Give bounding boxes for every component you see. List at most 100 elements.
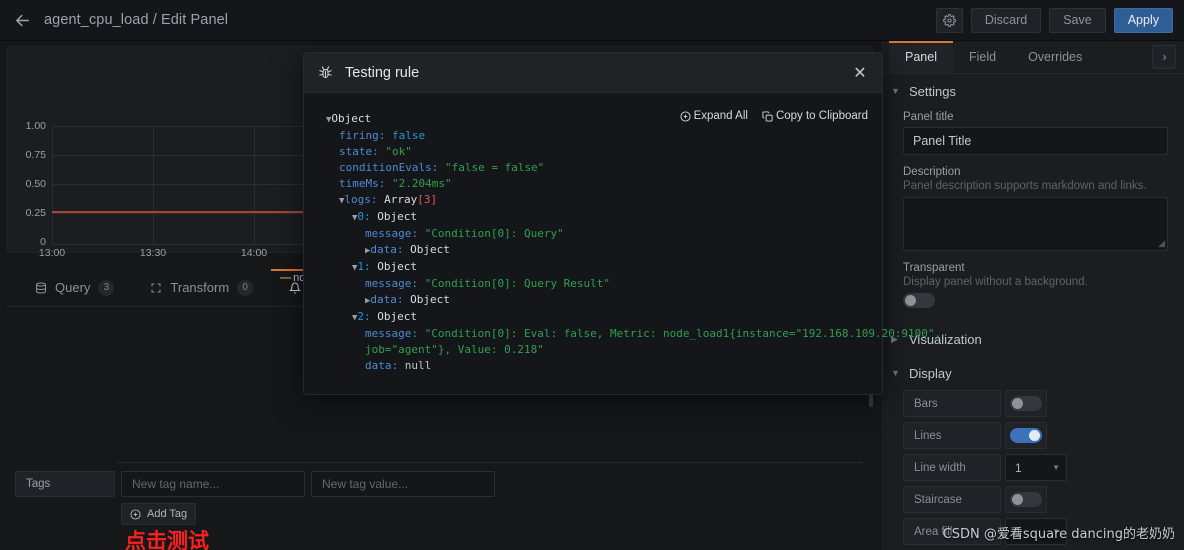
options-tabs: Panel Field Overrides: [881, 41, 1184, 74]
item2-message-line2: job="agent"}, Value: 0.218": [365, 343, 544, 356]
section-display[interactable]: ▼ Display: [881, 356, 1184, 390]
root-label: Object: [331, 112, 372, 125]
bars-toggle[interactable]: [1010, 396, 1042, 411]
item2-message-key: message:: [365, 327, 418, 340]
transparent-hint: Display panel without a background.: [903, 276, 1088, 288]
display-row-lines: Lines: [881, 422, 1184, 454]
timems-key: timeMs:: [339, 177, 386, 190]
chevron-down-icon: ▼: [891, 86, 900, 96]
transparent-toggle[interactable]: [903, 293, 935, 308]
item1-data-value: Object: [410, 293, 450, 306]
description-textarea[interactable]: ◢: [903, 197, 1168, 251]
top-bar: agent_cpu_load / Edit Panel Discard Save…: [0, 0, 1184, 41]
item0-data-value: Object: [410, 243, 450, 256]
tab-query-count: 3: [98, 279, 115, 296]
tab-overrides[interactable]: Overrides: [1012, 41, 1098, 73]
json-row-item0-message: message: "Condition[0]: Query": [326, 226, 882, 242]
y-axis-labels: 1.00 0.75 0.50 0.25 0: [8, 120, 50, 261]
staircase-toggle-wrap[interactable]: [1005, 486, 1047, 513]
tab-transform-count: 0: [237, 279, 254, 296]
json-row-item2-data: data: null: [326, 358, 882, 374]
y-tick-3: 0.25: [25, 207, 46, 219]
breadcrumb[interactable]: agent_cpu_load / Edit Panel: [44, 12, 228, 28]
section-settings[interactable]: ▼ Settings: [881, 74, 1184, 108]
modal-header: Testing rule ✕: [304, 53, 882, 93]
item0-data-key: data:: [370, 243, 404, 256]
arrow-left-icon: [15, 14, 29, 26]
item2-message-line1: "Condition[0]: Eval: false, Metric: node…: [424, 327, 942, 340]
json-row-item1-data[interactable]: ▶data: Object: [326, 292, 882, 309]
logs-count: [3]: [417, 193, 438, 206]
state-value: "ok": [385, 145, 412, 158]
item2-type: Object: [377, 310, 418, 323]
display-row-line-width: Line width 1 ▼: [881, 454, 1184, 486]
tags-row: Tags New tag name... New tag value...: [15, 471, 495, 497]
options-scroll-area[interactable]: ▼ Settings Panel title Panel Title Descr…: [881, 74, 1184, 550]
staircase-label: Staircase: [903, 486, 1001, 513]
json-row-item0-data[interactable]: ▶data: Object: [326, 242, 882, 259]
tag-name-input[interactable]: New tag name...: [121, 471, 305, 497]
staircase-toggle[interactable]: [1010, 492, 1042, 507]
json-row-conditionevals: conditionEvals: "false = false": [326, 160, 882, 176]
json-row-root[interactable]: ▼Object: [326, 111, 882, 128]
item0-message-value: "Condition[0]: Query": [424, 227, 564, 240]
gridline-v: [153, 126, 154, 245]
section-display-label: Display: [909, 365, 952, 381]
item1-index: 1:: [357, 260, 371, 273]
panel-title-field: Panel title Panel Title: [881, 108, 1184, 163]
lines-toggle-wrap[interactable]: [1005, 422, 1047, 449]
item0-message-key: message:: [365, 227, 418, 240]
item0-type: Object: [377, 210, 418, 223]
panel-title-label: Panel title: [903, 111, 954, 123]
apply-button[interactable]: Apply: [1113, 7, 1173, 33]
tab-panel[interactable]: Panel: [889, 41, 953, 73]
close-icon[interactable]: ✕: [850, 63, 870, 83]
back-button[interactable]: [0, 0, 44, 41]
json-tree-viewer[interactable]: ▼Object firing: false state: "ok" condition…: [326, 111, 941, 388]
watermark: CSDN @爱看square dancing的老奶奶: [942, 527, 1175, 542]
tag-value-input[interactable]: New tag value...: [311, 471, 495, 497]
item1-message-value: "Condition[0]: Query Result": [424, 277, 611, 290]
lines-toggle[interactable]: [1010, 428, 1042, 443]
json-row-item1[interactable]: ▼1: Object: [326, 259, 882, 276]
collapse-options-button[interactable]: [1152, 45, 1176, 69]
tab-transform[interactable]: Transform 0: [132, 269, 271, 306]
section-settings-label: Settings: [909, 83, 956, 99]
x-tick-1: 13:30: [139, 247, 167, 259]
y-tick-1: 0.75: [25, 149, 46, 161]
json-row-firing: firing: false: [326, 128, 882, 144]
tab-query[interactable]: Query 3: [17, 269, 132, 306]
json-row-item2[interactable]: ▼2: Object: [326, 309, 882, 326]
display-row-staircase: Staircase: [881, 486, 1184, 518]
tags-label: Tags: [15, 471, 115, 497]
discard-button[interactable]: Discard: [970, 7, 1042, 33]
timems-value: "2.204ms": [391, 177, 452, 190]
gridline-v: [52, 126, 53, 245]
panel-settings-button[interactable]: [935, 7, 963, 33]
line-width-select[interactable]: 1 ▼: [1005, 454, 1067, 481]
modal-title: Testing rule: [345, 64, 420, 81]
tab-query-label: Query: [55, 280, 91, 295]
bars-toggle-wrap[interactable]: [1005, 390, 1047, 417]
display-row-bars: Bars: [881, 390, 1184, 422]
testing-rule-modal: Testing rule ✕ Expand All Copy to Clipbo…: [303, 52, 941, 395]
options-pane: Panel Field Overrides ▼ Settings Panel t…: [880, 41, 1184, 550]
conditionevals-value: "false = false": [444, 161, 545, 174]
x-tick-0: 13:00: [38, 247, 66, 259]
item2-data-key: data:: [365, 359, 399, 372]
panel-title-input[interactable]: Panel Title: [903, 127, 1168, 155]
item1-data-key: data:: [370, 293, 404, 306]
json-row-logs[interactable]: ▼logs: Array[3]: [326, 192, 882, 209]
description-hint: Panel description supports markdown and …: [903, 180, 1147, 192]
gridline-v: [254, 126, 255, 245]
resize-grip-icon[interactable]: ◢: [1158, 238, 1165, 249]
line-width-value: 1: [1015, 460, 1022, 475]
json-row-item0[interactable]: ▼0: Object: [326, 209, 882, 226]
add-tag-label: Add Tag: [147, 508, 188, 520]
save-button[interactable]: Save: [1049, 7, 1106, 33]
bars-label: Bars: [903, 390, 1001, 417]
tab-transform-label: Transform: [170, 280, 230, 295]
x-tick-2: 14:00: [240, 247, 268, 259]
tab-field[interactable]: Field: [953, 41, 1012, 73]
add-tag-button[interactable]: Add Tag: [121, 503, 197, 525]
